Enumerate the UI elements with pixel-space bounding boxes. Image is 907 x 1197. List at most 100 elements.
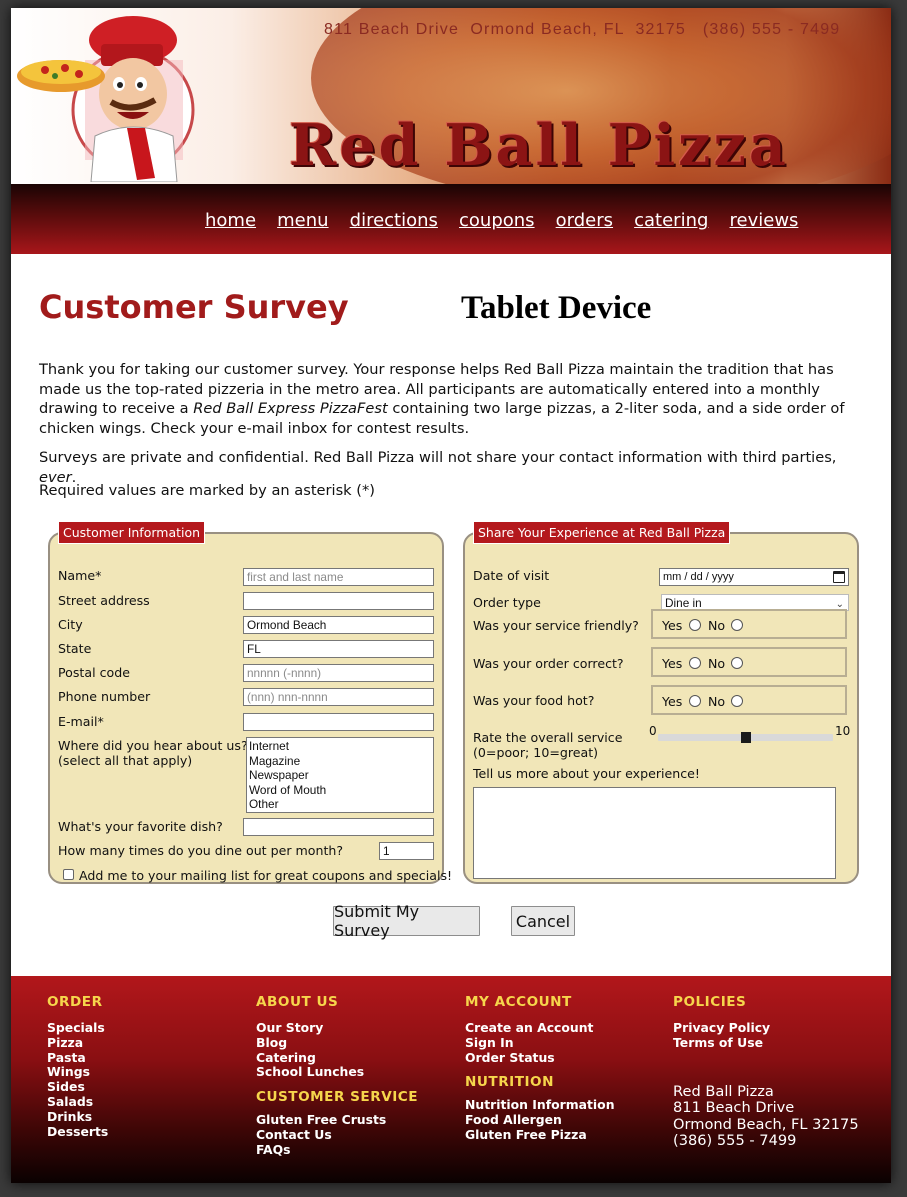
footer-link-catering[interactable]: Catering [256,1050,418,1066]
footer-link-contact-us[interactable]: Contact Us [256,1127,418,1143]
hot-radio-group: Yes No [651,685,847,715]
nav-orders[interactable]: orders [556,210,613,231]
footer-col-about: ABOUT US Our Story Blog Catering School … [256,994,418,1158]
footer-heading-account: MY ACCOUNT [465,994,572,1010]
cancel-button[interactable]: Cancel [511,906,575,936]
footer-heading-service: CUSTOMER SERVICE [256,1089,419,1106]
friendly-yes-radio[interactable] [689,619,701,631]
footer-link-sides[interactable]: Sides [47,1079,108,1095]
footer-link-blog[interactable]: Blog [256,1035,418,1051]
friendly-no-radio[interactable] [731,619,743,631]
page: 811 Beach Drive Ormond Beach, FL 32175 (… [11,8,891,1183]
correct-yes-radio[interactable] [689,657,701,669]
footer-link-nutrition-info[interactable]: Nutrition Information [465,1098,615,1113]
footer-link-our-story[interactable]: Our Story [256,1020,418,1036]
nav-home[interactable]: home [205,210,256,231]
customer-info-legend: Customer Information [58,521,206,544]
correct-no-radio[interactable] [731,657,743,669]
customer-info-fieldset: Customer Information Name* first and las… [48,521,452,884]
rate-max-label: 10 [835,724,851,738]
brand-logo-text: Red Ball Pizza [289,112,789,179]
device-label: Tablet Device [461,290,652,326]
experience-textarea[interactable] [473,787,836,879]
email-label: E-mail* [58,714,104,729]
city-field[interactable]: Ormond Beach [243,616,434,634]
footer-link-order-status[interactable]: Order Status [465,1050,615,1066]
rate-label: Rate the overall service [473,730,623,745]
mailing-list-checkbox[interactable] [63,869,74,880]
footer-link-gluten-free-crusts[interactable]: Gluten Free Crusts [256,1112,418,1128]
friendly-yes-label: Yes [662,618,683,633]
footer-link-faqs[interactable]: FAQs [256,1142,418,1158]
submit-survey-button[interactable]: Submit My Survey [333,902,480,940]
date-of-visit-field[interactable]: mm / dd / yyyy [659,568,849,586]
state-field[interactable]: FL [243,640,434,658]
street-field[interactable] [243,592,434,610]
footer-link-sign-in[interactable]: Sign In [465,1035,615,1051]
hear-about-listbox[interactable]: Internet Magazine Newspaper Word of Mout… [246,737,434,813]
hear-option-other[interactable]: Other [249,797,431,812]
hear-option-word-of-mouth[interactable]: Word of Mouth [249,783,431,798]
footer-link-pasta[interactable]: Pasta [47,1050,108,1066]
footer-link-drinks[interactable]: Drinks [47,1109,108,1125]
nav-directions[interactable]: directions [350,210,438,231]
footer-link-gluten-free-pizza[interactable]: Gluten Free Pizza [465,1127,615,1143]
hot-yes-radio[interactable] [689,695,701,707]
footer-link-desserts[interactable]: Desserts [47,1124,108,1140]
hot-yes-label: Yes [662,694,683,709]
site-header: 811 Beach Drive Ormond Beach, FL 32175 (… [11,8,891,184]
hear-option-magazine[interactable]: Magazine [249,754,431,769]
friendly-label: Was your service friendly? [473,618,639,633]
footer-address-street: 811 Beach Drive [673,1099,795,1117]
city-label: City [58,617,83,632]
favorite-dish-field[interactable] [243,818,434,836]
chef-mascot-logo [17,16,195,182]
dish-label: What's your favorite dish? [58,819,223,834]
hear-label: Where did you hear about us? [58,738,248,753]
hear-option-newspaper[interactable]: Newspaper [249,768,431,783]
name-field[interactable]: first and last name [243,568,434,586]
nav-menu[interactable]: menu [277,210,328,231]
hear-option-internet[interactable]: Internet [249,739,431,754]
footer-link-salads[interactable]: Salads [47,1094,108,1110]
intro-paragraph: Thank you for taking our customer survey… [39,361,845,437]
footer-link-food-allergen[interactable]: Food Allergen [465,1112,615,1128]
footer-address-phone: (386) 555 - 7499 [673,1132,797,1150]
footer-address-name: Red Ball Pizza [673,1082,774,1100]
footer-link-wings[interactable]: Wings [47,1065,108,1080]
hot-no-label: No [708,694,726,709]
more-label: Tell us more about your experience! [473,766,700,781]
calendar-icon[interactable] [833,571,845,583]
footer-link-school-lunches[interactable]: School Lunches [256,1065,418,1080]
phone-label: Phone number [58,689,151,704]
footer-col-account: MY ACCOUNT Create an Account Sign In Ord… [465,994,615,1143]
nav-coupons[interactable]: coupons [459,210,535,231]
state-label: State [58,641,92,656]
footer-link-pizza[interactable]: Pizza [47,1035,108,1051]
footer-heading-about: ABOUT US [256,994,339,1010]
friendly-no-label: No [708,618,726,633]
correct-yes-label: Yes [662,656,683,671]
nav-reviews[interactable]: reviews [730,210,799,231]
main-nav: home menu directions coupons orders cate… [11,184,891,254]
footer-link-specials[interactable]: Specials [47,1020,108,1036]
email-field[interactable] [243,713,434,731]
required-note: Required values are marked by an asteris… [39,482,375,499]
dine-label: How many times do you dine out per month… [58,843,344,858]
correct-no-label: No [708,656,726,671]
hot-no-radio[interactable] [731,695,743,707]
date-label: Date of visit [473,568,550,583]
rate-min-label: 0 [649,724,657,738]
footer-heading-policies: POLICIES [673,994,747,1010]
nav-catering[interactable]: catering [634,210,708,231]
footer-col-order: ORDER Specials Pizza Pasta Wings Sides S… [47,994,108,1139]
dine-out-number[interactable]: 1 [379,842,434,860]
footer-link-terms[interactable]: Terms of Use [673,1035,859,1051]
footer-heading-order: ORDER [47,994,103,1010]
header-contact: 811 Beach Drive Ormond Beach, FL 32175 (… [324,21,841,38]
rating-slider-thumb[interactable] [740,732,751,743]
footer-link-create-account[interactable]: Create an Account [465,1020,615,1036]
footer-link-privacy[interactable]: Privacy Policy [673,1020,859,1036]
phone-field[interactable]: (nnn) nnn-nnnn [243,688,434,706]
postal-field[interactable]: nnnnn (-nnnn) [243,664,434,682]
